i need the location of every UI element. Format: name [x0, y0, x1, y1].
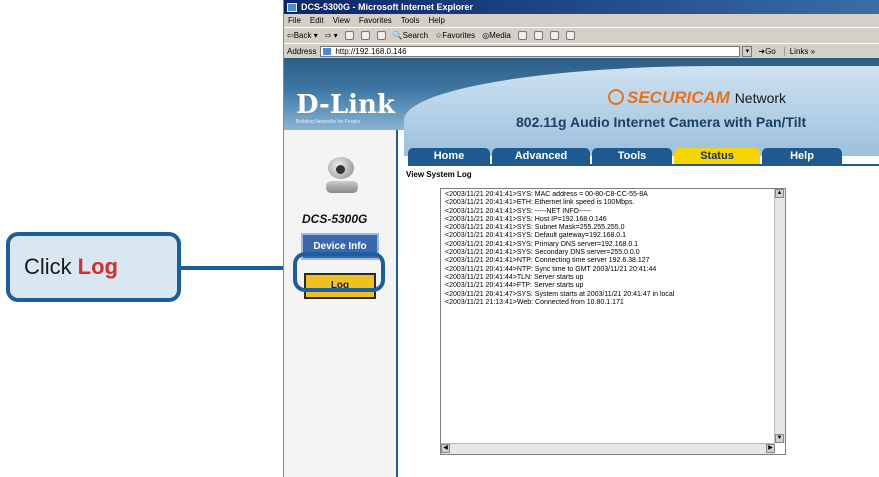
go-label: Go: [765, 47, 776, 56]
system-log-textarea[interactable]: <2003/11/21 20:41:41>SYS: MAC address = …: [440, 188, 786, 455]
menu-bar: File Edit View Favorites Tools Help: [284, 14, 879, 27]
address-dropdown-icon[interactable]: ▾: [742, 46, 753, 57]
history-icon[interactable]: [517, 31, 527, 40]
address-bar: Address http://192.168.0.146 ▾ ➜Go Links…: [284, 43, 879, 59]
edit-icon[interactable]: [565, 31, 575, 40]
address-input[interactable]: http://192.168.0.146: [320, 46, 741, 57]
model-name: DCS-5300G: [302, 212, 368, 226]
log-line: <2003/11/21 20:41:41>SYS: Secondary DNS …: [445, 249, 640, 257]
links-label: Links: [789, 47, 809, 56]
log-line: <2003/11/21 20:41:41>SYS: MAC address = …: [445, 191, 648, 198]
back-button[interactable]: ⇦Back ▾: [287, 31, 318, 40]
log-line: <2003/11/21 20:41:41>SYS: -----NET INFO-…: [445, 207, 591, 215]
log-line: <2003/11/21 20:41:47>SYS: System starts …: [445, 290, 675, 298]
toolbar: ⇦Back ▾ ⇨ ▾ 🔍Search ☆Favorites ◎Media: [284, 27, 879, 43]
securicam-logo: SECURICAM Network: [608, 88, 786, 108]
forward-button[interactable]: ⇨ ▾: [325, 31, 338, 40]
product-line: 802.11g Audio Internet Camera with Pan/T…: [516, 114, 807, 130]
search-label: Search: [402, 31, 429, 40]
menu-file[interactable]: File: [288, 16, 301, 25]
back-label: Back: [293, 31, 312, 40]
sidebar: DCS-5300G Device Info Log: [284, 130, 396, 477]
log-line: <2003/11/21 20:41:41>SYS: Host IP=192.16…: [445, 215, 607, 223]
tab-status[interactable]: Status: [674, 148, 760, 164]
log-line: <2003/11/21 20:41:41>ETH: Ethernet link …: [445, 199, 635, 207]
menu-help[interactable]: Help: [428, 16, 444, 25]
browser-window: DCS-5300G - Microsoft Internet Explorer …: [283, 0, 879, 477]
tab-home[interactable]: Home: [408, 148, 490, 164]
media-button[interactable]: ◎Media: [482, 31, 511, 40]
dlink-logo: D-Link: [296, 90, 395, 120]
securicam-network: Network: [734, 90, 787, 106]
favorites-button[interactable]: ☆Favorites: [435, 31, 475, 40]
menu-favorites[interactable]: Favorites: [359, 16, 392, 25]
nav-tabs: Home Advanced Tools Status Help: [408, 148, 879, 164]
menu-tools[interactable]: Tools: [401, 16, 420, 25]
search-button[interactable]: 🔍Search: [393, 31, 428, 40]
scroll-up-icon[interactable]: ▲: [775, 189, 784, 198]
address-label: Address: [287, 47, 317, 56]
menu-edit[interactable]: Edit: [310, 16, 324, 25]
securicam-a: SECURI: [627, 88, 692, 107]
callout-highlight: Log: [77, 254, 118, 279]
log-line: <2003/11/21 20:41:44>NTP: Sync time to G…: [445, 265, 657, 273]
ie-icon: [287, 2, 297, 12]
scroll-right-icon[interactable]: ▶: [766, 444, 775, 453]
scroll-left-icon[interactable]: ◀: [441, 444, 450, 453]
log-line: <2003/11/21 20:41:41>SYS: Default gatewa…: [445, 232, 627, 240]
log-line: <2003/11/21 20:41:44>TLN: Server starts …: [445, 273, 584, 281]
callout-connector: [181, 266, 293, 270]
mail-icon[interactable]: [533, 31, 543, 40]
banner-swoosh: [404, 66, 879, 156]
print-icon[interactable]: [549, 31, 559, 40]
section-title: View System Log: [406, 170, 472, 179]
log-line: <2003/11/21 20:41:41>NTP: Connecting tim…: [445, 257, 650, 265]
main-content: View System Log <2003/11/21 20:41:41>SYS…: [404, 168, 879, 477]
tab-help[interactable]: Help: [762, 148, 842, 164]
log-line: <2003/11/21 20:41:41>SYS: Primary DNS se…: [445, 240, 639, 248]
address-value: http://192.168.0.146: [335, 47, 407, 56]
camera-lens: [336, 165, 345, 174]
horizontal-scrollbar[interactable]: ◀ ▶: [441, 443, 775, 454]
links-button[interactable]: Links »: [783, 47, 815, 56]
dlink-tagline: Building Networks for People: [296, 119, 361, 125]
log-lines: <2003/11/21 20:41:41>SYS: MAC address = …: [445, 191, 771, 307]
instruction-callout: Click Log: [6, 232, 181, 302]
favorites-label: Favorites: [442, 31, 476, 40]
securicam-b: CAM: [691, 88, 730, 107]
log-highlight-ring: [293, 252, 385, 292]
page-icon: [323, 48, 332, 55]
refresh-icon[interactable]: [360, 31, 370, 40]
tab-tools[interactable]: Tools: [592, 148, 672, 164]
stop-icon[interactable]: [344, 31, 354, 40]
go-button[interactable]: ➜Go: [758, 47, 775, 56]
vertical-scrollbar[interactable]: ▲ ▼: [774, 189, 785, 443]
window-title: DCS-5300G - Microsoft Internet Explorer: [301, 2, 474, 12]
log-line: <2003/11/21 20:41:41>SYS: Subnet Mask=25…: [445, 224, 625, 232]
title-bar: DCS-5300G - Microsoft Internet Explorer: [284, 0, 879, 14]
menu-view[interactable]: View: [333, 16, 350, 25]
callout-prefix: Click: [24, 254, 72, 279]
home-icon[interactable]: [376, 31, 386, 40]
camera-base: [326, 181, 358, 193]
camera-icon: [324, 155, 360, 195]
tab-advanced[interactable]: Advanced: [492, 148, 590, 164]
header-banner: D-Link Building Networks for People SECU…: [284, 58, 879, 156]
media-label: Media: [489, 31, 511, 40]
securicam-icon: [608, 89, 624, 105]
sidebar-divider: [396, 130, 398, 477]
scroll-down-icon[interactable]: ▼: [775, 434, 784, 443]
tab-underline: [408, 164, 879, 166]
log-line: <2003/11/21 21:13:41>Web: Connected from…: [445, 298, 624, 306]
log-line: <2003/11/21 20:41:44>FTP: Server starts …: [445, 282, 584, 290]
